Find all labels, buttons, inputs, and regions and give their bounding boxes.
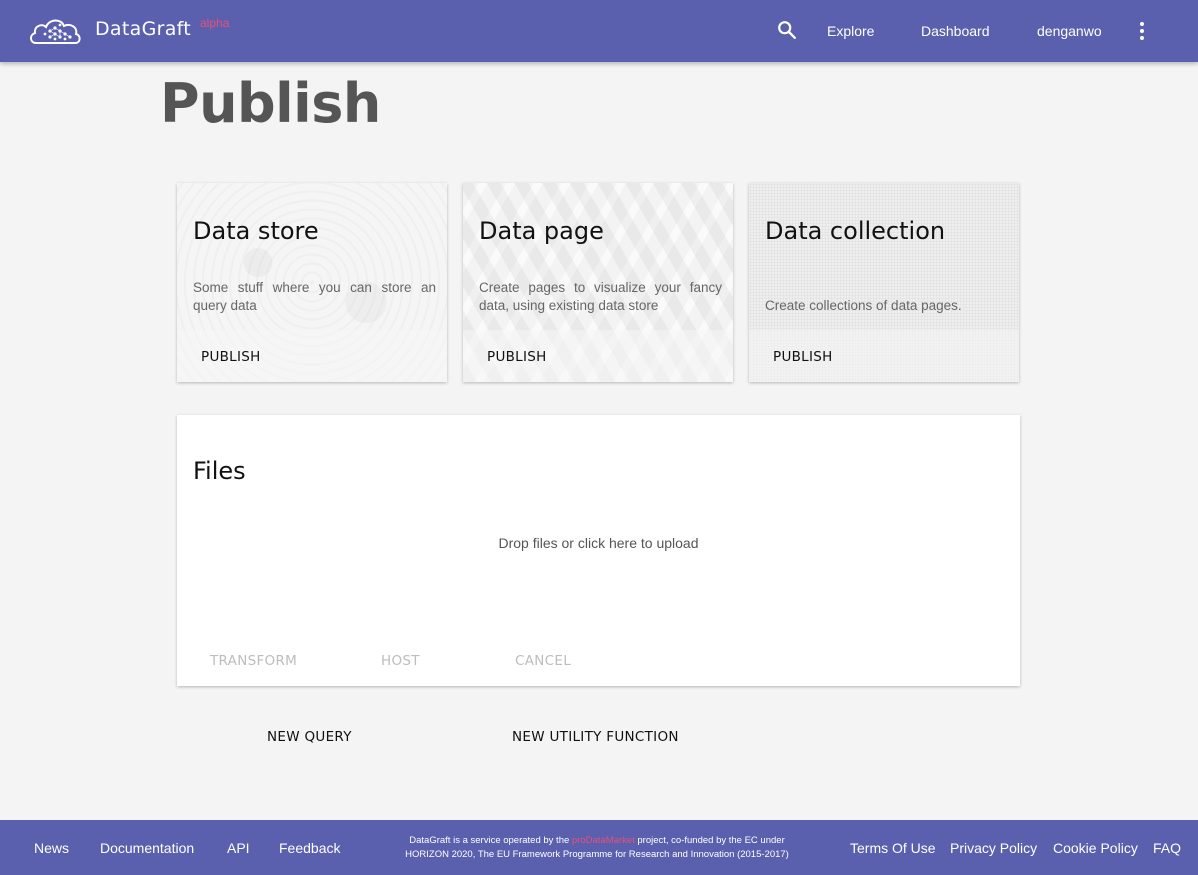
footer-news-link[interactable]: News [34, 840, 69, 856]
footer-notice: DataGraft is a service operated by the p… [392, 834, 802, 862]
file-dropzone[interactable]: Drop files or click here to upload [177, 505, 1020, 645]
files-title: Files [193, 457, 246, 485]
transform-button[interactable]: TRANSFORM [210, 653, 297, 669]
card-description: Create collections of data pages. [765, 298, 962, 313]
nav-explore-link[interactable]: Explore [827, 23, 874, 39]
footer-notice-pre: DataGraft is a service operated by the [409, 835, 572, 846]
card-data-page: Data page Create pages to visualize your… [463, 183, 733, 382]
new-query-button[interactable]: NEW QUERY [267, 729, 352, 745]
publish-data-page-button[interactable]: PUBLISH [487, 349, 547, 365]
card-description: Create pages to visualize your fancy dat… [479, 280, 722, 313]
footer-documentation-link[interactable]: Documentation [100, 840, 194, 856]
card-title: Data store [193, 217, 319, 245]
card-title: Data collection [765, 217, 946, 245]
host-button[interactable]: HOST [381, 653, 420, 669]
nav-dashboard-link[interactable]: Dashboard [921, 23, 990, 39]
card-data-store: Data store Some stuff where you can stor… [177, 183, 447, 382]
footer-feedback-link[interactable]: Feedback [279, 840, 340, 856]
prodatamarket-link[interactable]: proDataMarket [572, 835, 635, 846]
top-app-bar: DataGraft alpha Explore Dashboard dengan… [0, 0, 1198, 62]
publish-data-store-button[interactable]: PUBLISH [201, 349, 261, 365]
search-icon[interactable] [776, 19, 798, 41]
brand-name[interactable]: DataGraft [95, 18, 191, 40]
publish-data-collection-button[interactable]: PUBLISH [773, 349, 833, 365]
footer: News Documentation API Feedback DataGraf… [0, 820, 1198, 875]
new-utility-function-button[interactable]: NEW UTILITY FUNCTION [512, 729, 679, 745]
more-vert-icon[interactable] [1132, 19, 1152, 43]
nav-user-menu[interactable]: denganwo [1037, 23, 1102, 39]
footer-api-link[interactable]: API [227, 840, 250, 856]
card-data-collection: Data collection Create collections of da… [749, 183, 1019, 382]
footer-terms-link[interactable]: Terms Of Use [850, 840, 936, 856]
footer-cookie-link[interactable]: Cookie Policy [1053, 840, 1138, 856]
card-description: Some stuff where you can store an query … [193, 280, 436, 313]
footer-faq-link[interactable]: FAQ [1153, 840, 1181, 856]
brand-alpha-badge: alpha [200, 16, 230, 30]
files-card: Files Drop files or click here to upload… [177, 415, 1020, 686]
cancel-button[interactable]: CANCEL [515, 653, 571, 669]
card-title: Data page [479, 217, 604, 245]
footer-privacy-link[interactable]: Privacy Policy [950, 840, 1037, 856]
cloud-logo-icon[interactable] [28, 16, 82, 46]
dropzone-text: Drop files or click here to upload [498, 535, 699, 551]
page-title: Publish [160, 72, 381, 135]
